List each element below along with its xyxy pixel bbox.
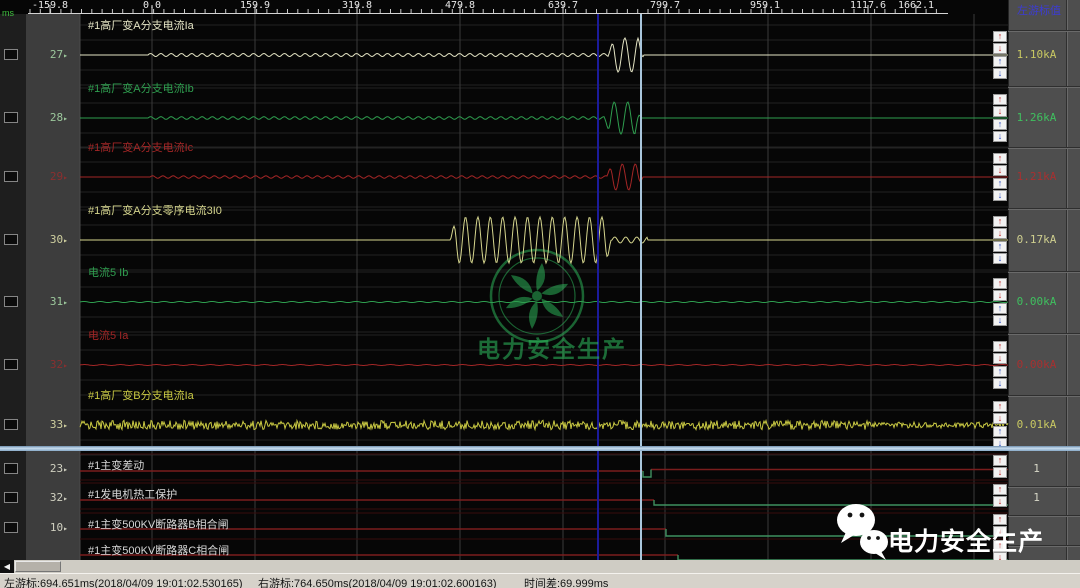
channel-number: 29▸ xyxy=(30,170,68,183)
blue-arrow-icon[interactable]: ↓ xyxy=(993,190,1007,201)
cursor-value: 1.10kA xyxy=(1008,48,1065,61)
channel-checkbox[interactable] xyxy=(4,49,18,60)
status-bar: 左游标:694.651ms(2018/04/09 19:01:02.530165… xyxy=(0,573,1080,588)
blue-arrow-icon[interactable]: ↓ xyxy=(993,315,1007,326)
red-arrow-icon[interactable]: ↑ xyxy=(993,216,1007,227)
red-arrow-icon[interactable]: ↑ xyxy=(993,401,1007,412)
cursor-value: 0.00kA xyxy=(1008,358,1065,371)
channel-label: #1高厂变A分支零序电流3I0 xyxy=(88,202,222,218)
blue-arrow-icon[interactable]: ↑ xyxy=(993,178,1007,189)
scroll-thumb[interactable] xyxy=(15,561,61,572)
red-arrow-icon[interactable]: ↓ xyxy=(993,165,1007,176)
blue-arrow-icon[interactable]: ↑ xyxy=(993,303,1007,314)
channel-checkbox[interactable] xyxy=(4,419,18,430)
channel-number: 31▸ xyxy=(30,295,68,308)
channel-label: #1高厂变A分支电流Ic xyxy=(88,139,193,155)
red-arrow-icon[interactable]: ↓ xyxy=(993,413,1007,424)
red-arrow-icon[interactable]: ↑ xyxy=(993,153,1007,164)
blue-arrow-icon[interactable]: ↓ xyxy=(993,68,1007,79)
cursor-value: 1.26kA xyxy=(1008,111,1065,124)
channel-checkbox[interactable] xyxy=(4,234,18,245)
channel-label: #1主变500KV断路器C相合闸 xyxy=(88,542,229,558)
red-arrow-icon[interactable]: ↓ xyxy=(993,106,1007,117)
cursor-value: 0.17kA xyxy=(1008,233,1065,246)
cursor-value: 0.00kA xyxy=(1008,295,1065,308)
channel-number: 32▸ xyxy=(30,358,68,371)
section-divider[interactable] xyxy=(0,446,1080,451)
scroll-left-button[interactable]: ◀ xyxy=(0,560,14,573)
channel-checkbox[interactable] xyxy=(4,463,18,474)
right-cursor-readout: 右游标:764.650ms(2018/04/09 19:01:02.600163… xyxy=(258,575,497,588)
channel-label: #1发电机热工保护 xyxy=(88,486,177,502)
channel-checkbox[interactable] xyxy=(4,359,18,370)
cursor-value: 0.01kA xyxy=(1008,418,1065,431)
channel-label: 电流5 Ia xyxy=(88,327,128,343)
channel-checkbox[interactable] xyxy=(4,112,18,123)
red-arrow-icon[interactable]: ↑ xyxy=(993,341,1007,352)
channel-label: #1主变500KV断路器B相合闸 xyxy=(88,516,229,532)
red-arrow-icon[interactable]: ↓ xyxy=(993,353,1007,364)
channel-label: #1高厂变B分支电流Ia xyxy=(88,387,194,403)
channel-number: 23▸ xyxy=(30,462,68,475)
watermark-logo xyxy=(491,250,583,342)
blue-arrow-icon[interactable]: ↑ xyxy=(993,426,1007,437)
red-arrow-icon[interactable]: ↑ xyxy=(993,31,1007,42)
channel-number: 32▸ xyxy=(30,491,68,504)
channel-number: 33▸ xyxy=(30,418,68,431)
red-arrow-icon[interactable]: ↓ xyxy=(993,228,1007,239)
channel-number: 30▸ xyxy=(30,233,68,246)
channel-number: 28▸ xyxy=(30,111,68,124)
red-arrow-icon[interactable]: ↑ xyxy=(993,94,1007,105)
red-arrow-icon[interactable]: ↑ xyxy=(993,455,1007,466)
blue-arrow-icon[interactable]: ↑ xyxy=(993,56,1007,67)
red-arrow-icon[interactable]: ↑ xyxy=(993,484,1007,495)
red-arrow-icon[interactable]: ↑ xyxy=(993,278,1007,289)
wechat-icon xyxy=(834,500,890,562)
channel-number: 27▸ xyxy=(30,48,68,61)
cursor-value: 1 xyxy=(1008,462,1065,475)
red-arrow-icon[interactable]: ↓ xyxy=(993,290,1007,301)
red-arrow-icon[interactable]: ↓ xyxy=(993,467,1007,478)
cursor-value: 1.21kA xyxy=(1008,170,1065,183)
blue-arrow-icon[interactable]: ↑ xyxy=(993,241,1007,252)
cursor-value: 1 xyxy=(1008,491,1065,504)
red-arrow-icon[interactable]: ↓ xyxy=(993,43,1007,54)
channel-label: #1高厂变A分支电流Ia xyxy=(88,17,194,33)
left-cursor-readout: 左游标:694.651ms(2018/04/09 19:01:02.530165… xyxy=(4,575,243,588)
red-arrow-icon[interactable]: ↓ xyxy=(993,496,1007,507)
channel-label: #1主变差动 xyxy=(88,457,144,473)
channel-checkbox[interactable] xyxy=(4,296,18,307)
fault-recorder-window: ms 左游标值 -159.80.0159.9319.8479.8639.7799… xyxy=(0,0,1080,588)
channel-checkbox[interactable] xyxy=(4,171,18,182)
wechat-watermark-text: 电力安全生产 xyxy=(888,522,1044,558)
blue-arrow-icon[interactable]: ↑ xyxy=(993,366,1007,377)
blue-arrow-icon[interactable]: ↓ xyxy=(993,131,1007,142)
channel-label: #1高厂变A分支电流Ib xyxy=(88,80,194,96)
channel-label: 电流5 Ib xyxy=(88,264,128,280)
time-diff-readout: 时间差:69.999ms xyxy=(524,575,608,588)
watermark-text: 电力安全生产 xyxy=(462,330,642,364)
blue-arrow-icon[interactable]: ↓ xyxy=(993,253,1007,264)
h-scrollbar[interactable] xyxy=(0,560,1080,573)
blue-arrow-icon[interactable]: ↑ xyxy=(993,119,1007,130)
channel-checkbox[interactable] xyxy=(4,522,18,533)
blue-arrow-icon[interactable]: ↓ xyxy=(993,378,1007,389)
channel-checkbox[interactable] xyxy=(4,492,18,503)
channel-number: 10▸ xyxy=(30,521,68,534)
